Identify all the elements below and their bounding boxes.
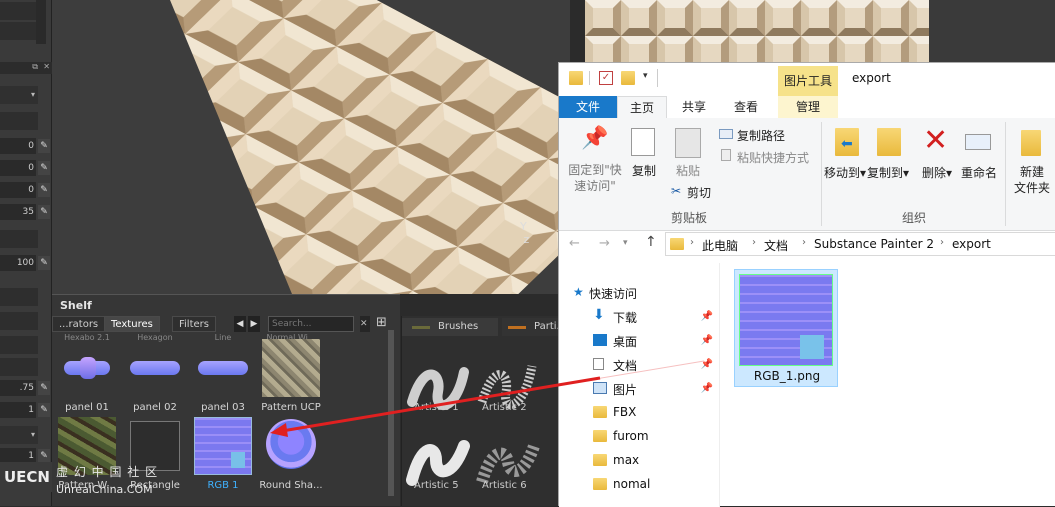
drag-arrow [270,360,705,437]
